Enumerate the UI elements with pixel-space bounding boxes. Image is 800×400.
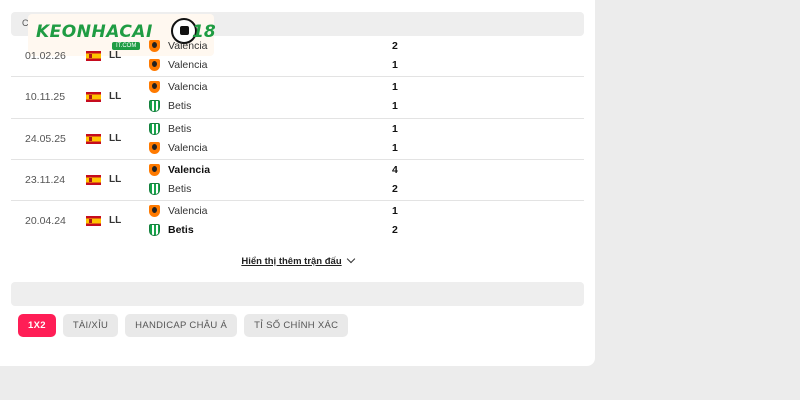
betis-crest-icon	[149, 224, 160, 237]
home-team[interactable]: Valencia	[149, 204, 208, 218]
away-team-name: Betis	[168, 100, 192, 113]
away-team-name: Valencia	[168, 141, 208, 154]
chevron-down-icon[interactable]	[346, 254, 355, 264]
home-score: 1	[392, 205, 398, 218]
spain-flag-icon	[86, 133, 101, 144]
home-team-name: Valencia	[168, 205, 208, 218]
away-score: 1	[392, 100, 398, 113]
home-team[interactable]: Valencia	[149, 163, 210, 177]
league-code: LL	[109, 132, 122, 144]
home-team[interactable]: Betis	[149, 122, 191, 136]
away-team-name: Valencia	[168, 59, 208, 71]
away-team-name: Betis	[168, 224, 194, 237]
valencia-crest-icon	[149, 40, 160, 52]
league-code: LL	[109, 50, 122, 61]
spain-flag-icon	[86, 174, 101, 185]
away-team[interactable]: Betis	[149, 99, 191, 113]
away-team[interactable]: Betis	[149, 182, 191, 196]
home-team-name: Valencia	[168, 163, 211, 176]
home-score: 2	[392, 40, 398, 52]
tab-1x2[interactable]: 1X2	[18, 314, 56, 337]
match-date: 24.05.25	[25, 132, 66, 145]
match-row[interactable]: 10.11.25 LL Valencia Betis 1 1	[11, 77, 584, 119]
home-team[interactable]: Valencia	[149, 80, 208, 94]
match-row[interactable]: 20.04.24 LL Valencia Betis 1 2	[11, 201, 584, 242]
tab-asian-handicap[interactable]: HANDICAP CHÂU Á	[125, 314, 238, 337]
away-team[interactable]: Valencia	[149, 141, 208, 155]
spain-flag-icon	[86, 92, 101, 103]
tab-correct-score[interactable]: TỈ SỐ CHÍNH XÁC	[244, 314, 349, 337]
odds-section-header	[11, 282, 584, 306]
show-more: Hiển thị thêm trận đấu	[0, 251, 595, 269]
valencia-crest-icon	[149, 163, 160, 176]
league-code: LL	[109, 215, 122, 227]
betis-crest-icon	[149, 100, 160, 113]
away-team[interactable]: Valencia	[149, 58, 208, 72]
spain-flag-icon	[86, 216, 101, 227]
match-date: 20.04.24	[25, 215, 66, 228]
valencia-crest-icon	[149, 141, 160, 154]
away-team[interactable]: Betis	[149, 223, 194, 237]
h2h-card: C KEONHACAI 18 IT.COM 01.02.26 LL Valenc…	[0, 0, 595, 366]
match-date: 01.02.26	[25, 50, 66, 62]
match-row[interactable]: 23.11.24 LL Valencia Betis 4 2	[11, 160, 584, 202]
away-score: 2	[392, 224, 398, 237]
home-score: 4	[392, 163, 398, 176]
home-team-name: Valencia	[168, 81, 208, 94]
match-row[interactable]: 01.02.26 LL Valencia Valencia 2 1	[11, 36, 584, 78]
home-score: 1	[392, 81, 398, 94]
valencia-crest-icon	[149, 205, 160, 218]
away-score: 2	[392, 182, 398, 195]
tab-over-under[interactable]: TÀI/XỈU	[62, 314, 119, 337]
home-team[interactable]: Valencia	[149, 39, 208, 53]
valencia-crest-icon	[149, 59, 160, 71]
home-team-name: Betis	[168, 122, 192, 135]
match-row[interactable]: 24.05.25 LL Betis Valencia 1 1	[11, 119, 584, 160]
away-score: 1	[392, 141, 398, 154]
away-team-name: Betis	[168, 182, 192, 195]
home-score: 1	[392, 122, 398, 135]
match-date: 10.11.25	[25, 91, 66, 104]
show-more-link[interactable]: Hiển thị thêm trận đấu	[241, 256, 341, 267]
odds-tabs: 1X2 TÀI/XỈU HANDICAP CHÂU Á TỈ SỐ CHÍNH …	[18, 314, 349, 337]
match-list: 01.02.26 LL Valencia Valencia 2 1 10.11.…	[11, 36, 584, 242]
home-team-name: Valencia	[168, 40, 208, 52]
betis-crest-icon	[149, 122, 160, 135]
away-score: 1	[392, 59, 398, 71]
league-code: LL	[109, 91, 122, 103]
valencia-crest-icon	[149, 81, 160, 94]
betis-crest-icon	[149, 182, 160, 195]
match-date: 23.11.24	[25, 173, 66, 186]
spain-flag-icon	[86, 51, 101, 61]
league-code: LL	[109, 173, 122, 185]
